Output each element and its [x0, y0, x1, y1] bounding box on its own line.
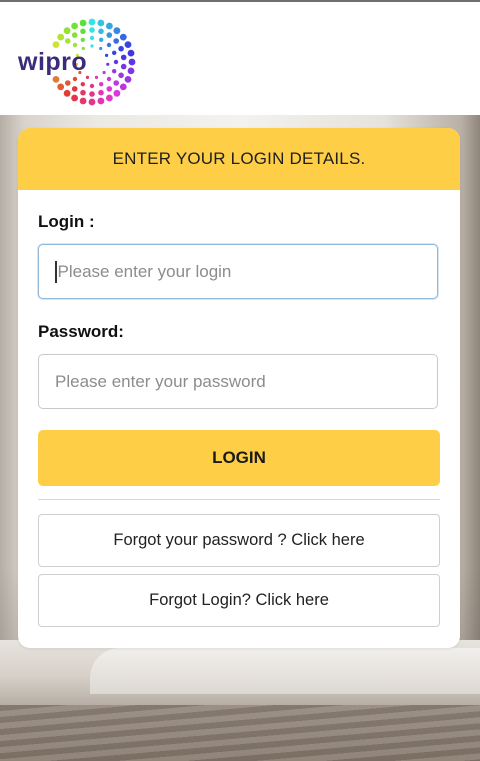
logo-dot	[106, 86, 113, 92]
logo-dot	[71, 86, 78, 92]
logo-dot	[98, 89, 104, 96]
logo-dot	[89, 35, 95, 41]
logo-dot	[79, 97, 87, 105]
logo-dot	[113, 80, 119, 86]
logo-dot	[106, 22, 113, 30]
forgot-password-button[interactable]: Forgot your password ? Click here	[38, 514, 440, 567]
logo-dot	[88, 18, 96, 26]
logo-dot	[80, 37, 86, 42]
logo-dot	[80, 82, 86, 87]
forgot-login-button[interactable]: Forgot Login? Click here	[38, 574, 440, 627]
login-input[interactable]: Please enter your login	[38, 244, 438, 299]
logo-dot	[80, 89, 86, 96]
background-blanket	[0, 705, 480, 761]
logo-dot	[72, 42, 78, 48]
logo-dot	[71, 22, 78, 30]
text-caret	[55, 260, 57, 283]
background-bed	[90, 648, 480, 694]
logo-dot	[124, 76, 132, 83]
logo-dot	[119, 33, 127, 41]
logo-dot	[57, 33, 65, 41]
logo-dot	[99, 46, 103, 51]
logo-dot	[113, 89, 121, 97]
logo-dot	[65, 38, 71, 44]
logo-dot	[106, 32, 113, 38]
logo-dot	[112, 69, 117, 74]
login-button[interactable]: LOGIN	[38, 430, 440, 486]
logo-dot	[99, 37, 104, 42]
logo-dot	[89, 27, 95, 33]
logo-dot	[88, 98, 96, 106]
logo-wordmark: wipro	[18, 48, 88, 76]
logo-dot	[118, 72, 124, 79]
password-label: Password:	[38, 322, 124, 341]
logo-dot	[102, 70, 106, 75]
login-label: Login :	[38, 212, 95, 231]
logo-dot	[71, 94, 78, 102]
logo-dot	[94, 75, 99, 79]
password-input-placeholder: Please enter your password	[55, 371, 266, 391]
logo-dot	[106, 42, 112, 48]
logo-dot	[113, 38, 119, 44]
logo-dot	[120, 63, 127, 70]
logo-dot	[90, 44, 94, 48]
logo-dot	[113, 27, 121, 35]
logo-dot	[106, 62, 110, 66]
divider	[38, 499, 440, 500]
logo-dot	[127, 67, 135, 75]
logo-dot	[65, 80, 71, 86]
logo-dot	[52, 76, 60, 83]
logo-dot	[105, 53, 109, 58]
logo-dot	[113, 59, 119, 65]
logo-dot	[71, 32, 78, 38]
logo-dot	[52, 41, 60, 48]
logo-dot	[79, 19, 87, 27]
logo-dot	[127, 49, 135, 57]
login-input-placeholder: Please enter your login	[57, 261, 232, 281]
logo-dot	[98, 28, 104, 35]
logo-dot	[119, 83, 127, 91]
logo-dot	[106, 76, 112, 82]
password-input[interactable]: Please enter your password	[38, 354, 438, 409]
logo-dot	[97, 97, 105, 105]
logo-dot	[120, 54, 127, 61]
logo-dot	[97, 19, 105, 27]
logo-dot	[80, 28, 86, 35]
logo-dot	[63, 89, 71, 97]
logo-dot	[89, 83, 95, 89]
logo-dot	[106, 94, 113, 102]
logo-dot	[124, 41, 132, 48]
login-card-heading: ENTER YOUR LOGIN DETAILS.	[18, 128, 460, 190]
logo-dot	[128, 58, 136, 66]
logo-dot	[57, 83, 65, 91]
wipro-logo[interactable]: wipro	[12, 12, 140, 112]
logo-dot	[99, 82, 104, 87]
header: wipro	[0, 2, 480, 115]
logo-dot	[63, 27, 71, 35]
logo-dot	[72, 76, 78, 82]
login-card: ENTER YOUR LOGIN DETAILS. Login : Please…	[18, 128, 460, 648]
logo-dot	[118, 45, 124, 52]
logo-dot	[89, 91, 95, 97]
logo-dot	[112, 50, 117, 55]
